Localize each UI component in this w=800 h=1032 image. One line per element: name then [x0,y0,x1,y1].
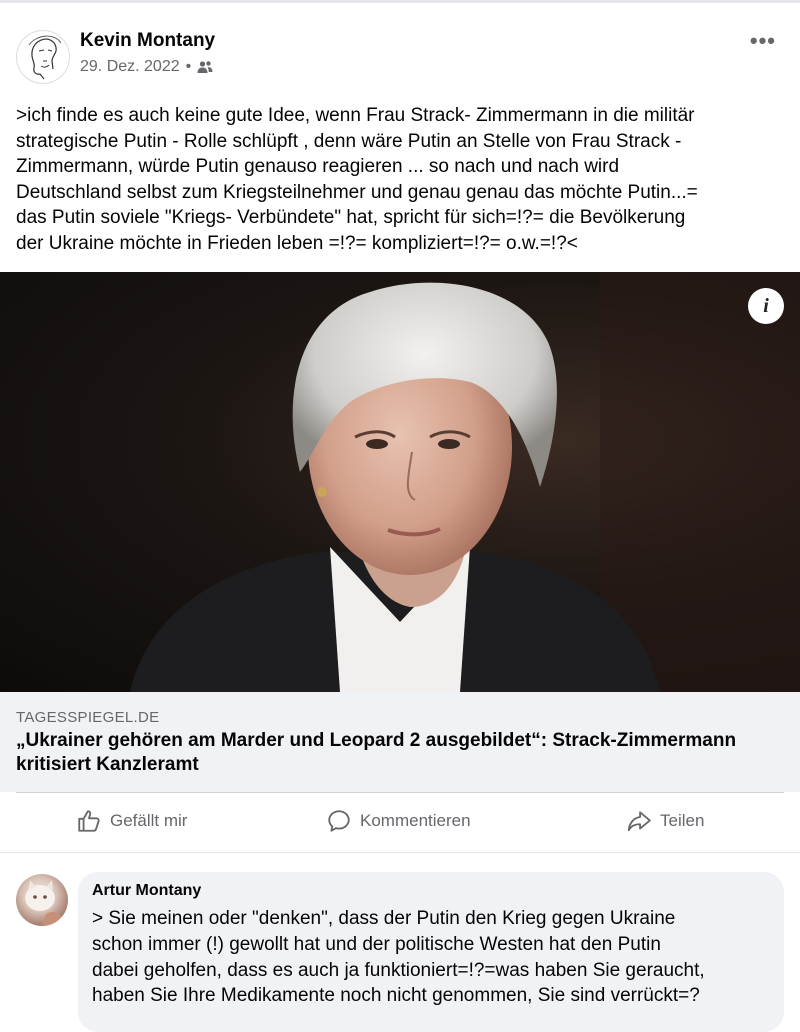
comment-avatar[interactable] [16,874,68,926]
sketch-face-icon [28,35,62,80]
link-domain: TAGESSPIEGEL.DE [16,709,160,726]
share-label: Teilen [660,811,705,830]
author-avatar[interactable] [16,30,70,84]
post-text-line: der Ukraine möchte in Frieden leben =!?=… [16,232,578,254]
friends-icon [197,61,213,73]
comment-button[interactable]: Kommentieren [326,808,471,834]
share-arrow-icon [627,811,651,832]
post-text-line: strategische Putin - Rolle schlüpft , de… [16,130,682,152]
post-text-line: >ich finde es auch keine gute Idee, wenn… [16,105,695,126]
divider [16,792,784,793]
comment-text-line: haben Sie Ihre Medikamente noch nicht ge… [92,985,700,1007]
top-border [0,0,800,3]
like-button[interactable]: Gefällt mir [76,808,187,834]
portrait-photo [130,272,800,692]
comment-text-line: schon immer (!) gewollt hat und der poli… [92,933,661,955]
like-label: Gefällt mir [110,811,188,830]
comment-label: Kommentieren [360,811,471,830]
author-name[interactable]: Kevin Montany [80,30,215,52]
info-icon[interactable]: i [748,288,784,324]
comment-text-line: dabei geholfen, dass es auch ja funktion… [92,959,705,981]
post-meta: 29. Dez. 2022 • [80,58,213,76]
post-text-line: Zimmermann, würde Putin genauso reagiere… [16,156,620,178]
post-text-line: Deutschland selbst zum Kriegsteilnehmer … [16,181,698,203]
cat-photo-icon [25,880,68,926]
post-header: Kevin Montany 29. Dez. 2022 • ••• [0,22,800,92]
post-text: >ich finde es auch keine gute Idee, wenn… [16,103,786,257]
meta-separator: • [185,58,192,75]
comment-author[interactable]: Artur Montany [92,882,201,900]
link-preview-image[interactable]: i [0,272,800,692]
comment-text-line: > Sie meinen oder "denken", dass der Put… [92,908,676,929]
thumbs-up-icon [78,810,100,832]
comment-text: > Sie meinen oder "denken", dass der Put… [92,906,772,1009]
post-date[interactable]: 29. Dez. 2022 [80,58,180,76]
comment-bubble: Artur Montany > Sie meinen oder "denken"… [78,872,784,1032]
more-options-icon[interactable]: ••• [750,28,776,54]
link-preview[interactable]: TAGESSPIEGEL.DE „Ukrainer gehören am Mar… [0,692,800,792]
link-title[interactable]: „Ukrainer gehören am Marder und Leopard … [16,729,776,777]
share-button[interactable]: Teilen [626,808,704,834]
comment-icon [328,810,350,832]
separator [0,852,800,853]
post-text-line: das Putin soviele "Kriegs- Verbündete" h… [16,207,686,229]
action-bar: Gefällt mir Kommentieren Teilen [0,800,800,846]
